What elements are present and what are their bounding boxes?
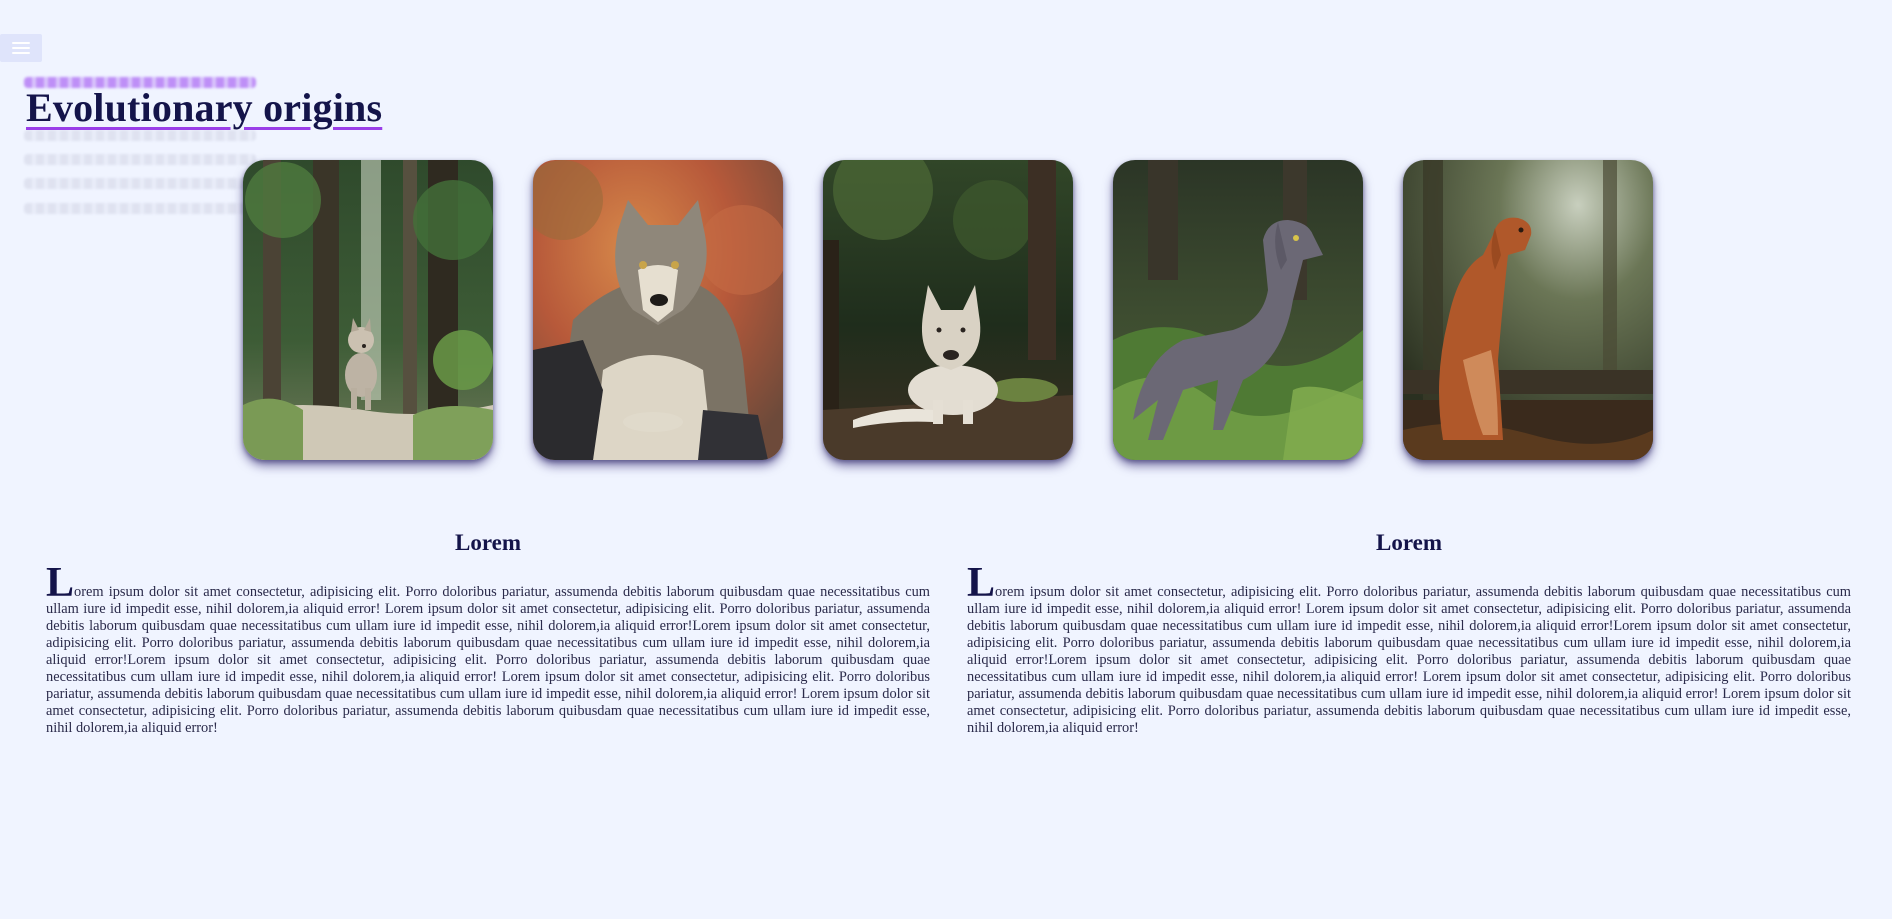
image-gallery xyxy=(243,160,1653,460)
drop-cap: L xyxy=(46,560,75,606)
article-left: Lorem Lorem ipsum dolor sit amet consect… xyxy=(46,530,930,737)
gallery-image-red-retriever[interactable] xyxy=(1403,160,1653,460)
page-title: Evolutionary origins xyxy=(26,85,383,130)
decorative-ghost-line xyxy=(24,203,256,214)
decorative-ghost-line xyxy=(24,130,256,141)
white-husky-photo xyxy=(823,160,1073,460)
article-heading: Lorem xyxy=(1375,530,1442,555)
article-right: Lorem Lorem ipsum dolor sit amet consect… xyxy=(967,530,1851,737)
gallery-image-wolf-pup[interactable] xyxy=(243,160,493,460)
page: Evolutionary origins Lorem Lorem ipsum d… xyxy=(0,0,1892,919)
gallery-image-white-husky[interactable] xyxy=(823,160,1073,460)
decorative-ghost-line xyxy=(24,178,256,189)
red-retriever-photo xyxy=(1403,160,1653,460)
grey-wolf-photo xyxy=(533,160,783,460)
gallery-image-weimaraner[interactable] xyxy=(1113,160,1363,460)
hamburger-menu-icon[interactable] xyxy=(0,34,42,62)
article-body: Lorem ipsum dolor sit amet consectetur, … xyxy=(46,562,930,737)
article-body: Lorem ipsum dolor sit amet consectetur, … xyxy=(967,562,1851,737)
article-heading: Lorem xyxy=(454,530,521,555)
article-text: orem ipsum dolor sit amet consectetur, a… xyxy=(46,584,930,736)
decorative-ghost-line xyxy=(24,154,256,165)
drop-cap: L xyxy=(967,560,996,606)
gallery-image-grey-wolf[interactable] xyxy=(533,160,783,460)
weimaraner-photo xyxy=(1113,160,1363,460)
wolf-pup-photo xyxy=(243,160,493,460)
article-text: orem ipsum dolor sit amet consectetur, a… xyxy=(967,584,1851,736)
